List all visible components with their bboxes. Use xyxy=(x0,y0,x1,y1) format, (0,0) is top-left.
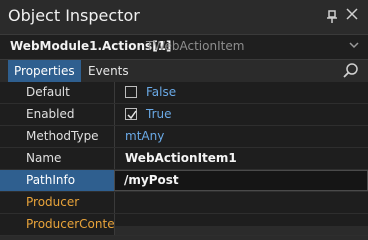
property-value[interactable]: True xyxy=(114,104,368,125)
close-icon[interactable] xyxy=(344,8,360,24)
property-name: PathInfo xyxy=(0,170,114,191)
property-row-methodtype[interactable]: MethodType mtAny xyxy=(0,126,368,148)
property-grid: Default False Enabled True MethodType mt… xyxy=(0,82,368,236)
checkbox-label: False xyxy=(146,85,177,99)
property-row-name[interactable]: Name WebActionItem1 xyxy=(0,148,368,170)
object-selector[interactable]: WebModule1.Actions[1] TWebActionItem xyxy=(0,34,368,60)
property-value-editor[interactable]: /myPost xyxy=(114,170,368,191)
search-icon[interactable] xyxy=(342,62,360,80)
enabled-checkbox[interactable] xyxy=(125,108,137,120)
property-name: MethodType xyxy=(0,126,114,147)
property-row-producer[interactable]: Producer xyxy=(0,192,368,214)
property-row-producercontent[interactable]: ProducerConten xyxy=(0,214,368,236)
object-type: TWebActionItem xyxy=(146,39,245,53)
property-row-default[interactable]: Default False xyxy=(0,82,368,104)
property-name: Enabled xyxy=(0,104,114,125)
property-name: ProducerConten xyxy=(0,214,114,235)
checkmark-icon xyxy=(127,110,137,120)
chevron-down-icon[interactable] xyxy=(348,39,360,54)
property-name: Name xyxy=(0,148,114,169)
tab-events[interactable]: Events xyxy=(82,60,135,82)
title-bar: Object Inspector xyxy=(0,0,368,34)
property-row-pathinfo[interactable]: PathInfo /myPost xyxy=(0,170,368,192)
property-value[interactable] xyxy=(114,192,368,213)
pin-icon[interactable] xyxy=(326,10,338,24)
property-value[interactable]: mtAny xyxy=(114,126,368,147)
property-value[interactable]: WebActionItem1 xyxy=(114,148,368,169)
default-checkbox[interactable] xyxy=(125,86,137,98)
property-name: Default xyxy=(0,82,114,103)
checkbox-label: True xyxy=(146,107,172,121)
tab-properties[interactable]: Properties xyxy=(8,60,81,82)
property-value[interactable] xyxy=(114,214,368,235)
property-name: Producer xyxy=(0,192,114,213)
inspector-tabs: Properties Events xyxy=(0,60,368,82)
property-row-enabled[interactable]: Enabled True xyxy=(0,104,368,126)
window-title: Object Inspector xyxy=(8,6,140,25)
property-value[interactable]: False xyxy=(114,82,368,103)
